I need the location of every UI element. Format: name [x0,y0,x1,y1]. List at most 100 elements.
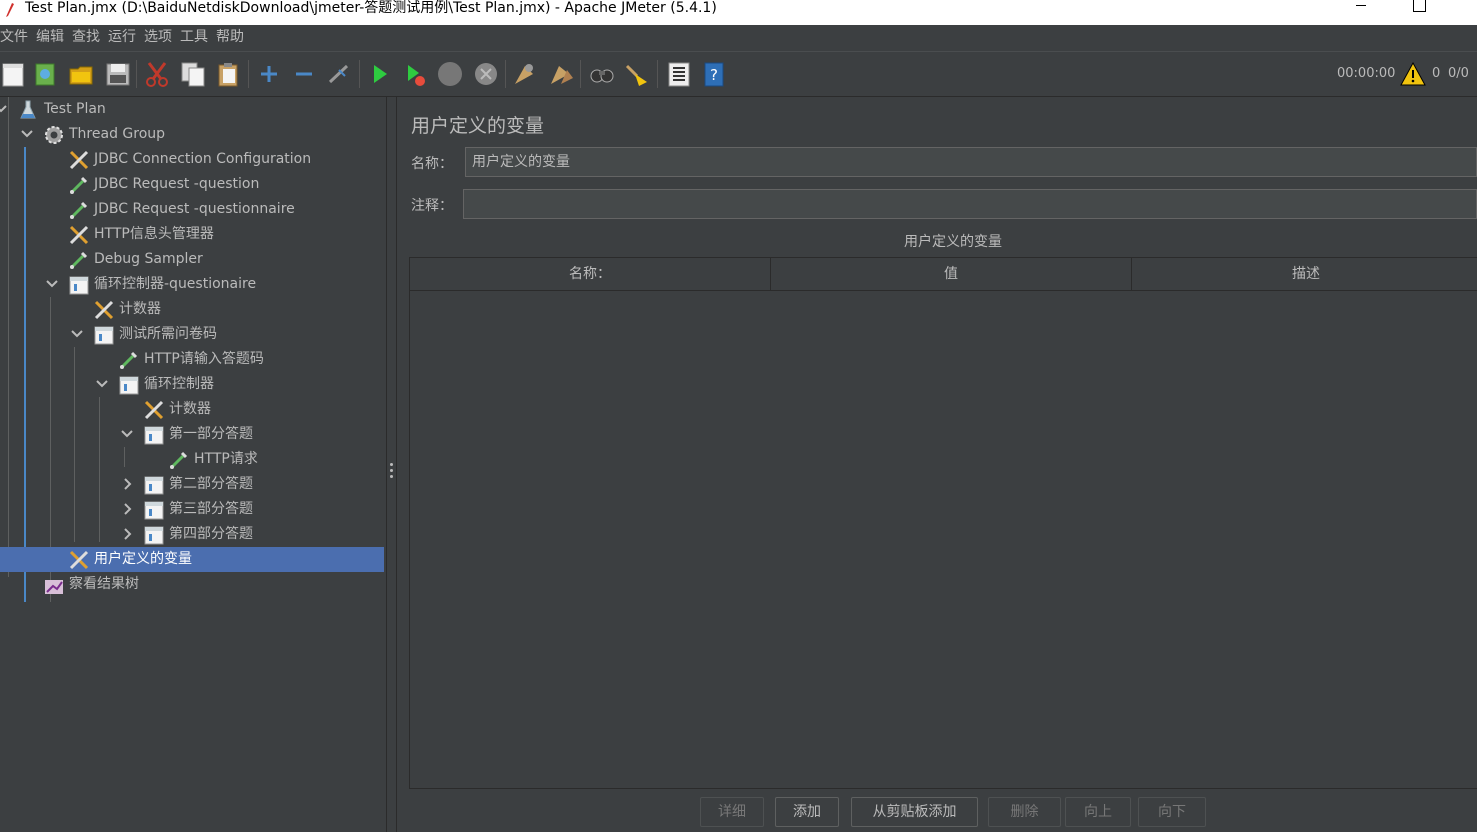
column-header-description[interactable]: 描述 [1132,258,1477,290]
test-plan-icon [17,99,39,121]
tree-node-label: 计数器 [119,301,161,317]
open-icon[interactable] [68,60,96,88]
listener-icon [43,574,65,596]
tree-node-label: HTTP请求 [194,451,258,467]
test-plan-tree: Test Plan Thread Group JDBC Connection Con… [0,97,386,832]
tree-node-label: Debug Sampler [94,251,203,267]
tree-node[interactable]: JDBC Request -questionnaire [0,197,384,222]
tree-node[interactable]: 第一部分答题 [0,422,384,447]
table-body[interactable] [410,291,1477,788]
sampler-icon [168,449,190,471]
chevron-down-icon[interactable] [95,372,109,397]
help-icon[interactable]: ? [700,60,728,88]
menu-run[interactable]: 运行 [105,25,139,49]
save-icon[interactable] [104,60,132,88]
tree-node-label: 第一部分答题 [169,426,253,442]
variables-table[interactable]: 名称： 值 描述 [409,257,1477,789]
menu-tools[interactable]: 工具 [177,25,211,49]
menu-options[interactable]: 选项 [141,25,175,49]
comment-label: 注释： [411,198,453,214]
maximize-button[interactable] [1396,0,1442,22]
tree-node-label: JDBC Request -question [94,176,260,192]
tree-node-label: 察看结果树 [69,576,139,592]
menu-file[interactable]: 文件 [0,25,31,49]
search-icon[interactable] [588,60,616,88]
tree-node[interactable]: 察看结果树 [0,572,384,597]
chevron-down-icon[interactable] [20,122,34,147]
splitter-handle[interactable] [386,97,397,832]
tree-node[interactable]: HTTP请求 [0,447,384,472]
clear-icon[interactable] [511,60,539,88]
tree-node-label: HTTP信息头管理器 [94,226,214,242]
tree-node-label: 测试所需问卷码 [119,326,217,342]
clear-all-icon[interactable] [547,60,575,88]
tree-node[interactable]: 循环控制器 [0,372,384,397]
chevron-down-icon[interactable] [0,97,8,122]
tree-node[interactable]: JDBC Connection Configuration [0,147,384,172]
menu-search[interactable]: 查找 [69,25,103,49]
user-defined-variables-panel: 用户定义的变量 名称： 用户定义的变量 注释： 用户定义的变量 名称： 值 描述… [397,97,1477,832]
copy-icon[interactable] [179,60,207,88]
collapse-icon[interactable] [290,60,318,88]
comment-field[interactable] [463,189,1477,219]
add-button[interactable]: 添加 [775,797,839,827]
tree-node[interactable]: HTTP信息头管理器 [0,222,384,247]
expand-icon[interactable] [255,60,283,88]
tree-node-label: Test Plan [44,101,106,117]
chevron-down-icon[interactable] [45,272,59,297]
tree-node[interactable]: 第四部分答题 [0,522,384,547]
tree-node[interactable]: HTTP请输入答题码 [0,347,384,372]
column-header-value[interactable]: 值 [771,258,1132,290]
cut-icon[interactable] [143,60,171,88]
thread-count: 0/0 [1448,66,1469,81]
window-title: Test Plan.jmx (D:\BaiduNetdiskDownload\j… [25,0,717,16]
chevron-right-icon[interactable] [120,472,134,497]
config-element-icon [68,149,90,171]
detail-button[interactable]: 详细 [700,797,764,827]
new-icon[interactable] [0,60,28,88]
tree-node[interactable]: 第二部分答题 [0,472,384,497]
tree-node[interactable]: Debug Sampler [0,247,384,272]
controller-icon [143,474,165,496]
chevron-down-icon[interactable] [120,422,134,447]
toggle-icon[interactable] [325,60,353,88]
warning-icon[interactable] [1400,61,1426,87]
shutdown-icon[interactable] [472,60,500,88]
add-from-clipboard-button[interactable]: 从剪贴板添加 [851,797,978,827]
tree-node[interactable]: JDBC Request -question [0,172,384,197]
chevron-right-icon[interactable] [120,497,134,522]
tree-node[interactable]: Thread Group [0,122,384,147]
tree-node[interactable]: 第三部分答题 [0,497,384,522]
move-down-button[interactable]: 向下 [1138,797,1206,827]
move-up-button[interactable]: 向上 [1065,797,1131,827]
menu-help[interactable]: 帮助 [213,25,247,49]
function-helper-icon[interactable] [665,60,693,88]
tree-node-label: 第二部分答题 [169,476,253,492]
reset-search-icon[interactable] [623,60,651,88]
templates-icon[interactable] [32,60,60,88]
tree-node[interactable]: 计数器 [0,397,384,422]
start-icon[interactable] [366,60,394,88]
tree-node[interactable]: 测试所需问卷码 [0,322,384,347]
menu-edit[interactable]: 编辑 [33,25,67,49]
start-no-pause-icon[interactable] [401,60,429,88]
warning-count: 0 [1432,66,1441,81]
elapsed-time: 00:00:00 [1337,66,1396,81]
tree-node[interactable]: 用户定义的变量 [0,547,384,572]
tree-node[interactable]: 循环控制器-questionaire [0,272,384,297]
chevron-down-icon[interactable] [70,322,84,347]
tree-node[interactable]: 计数器 [0,297,384,322]
stop-icon[interactable] [436,60,464,88]
name-field[interactable]: 用户定义的变量 [465,147,1477,177]
minimize-button[interactable] [1338,0,1384,22]
controller-icon [118,374,140,396]
tree-node[interactable]: Test Plan [0,97,384,122]
controller-icon [68,274,90,296]
tree-node-label: JDBC Connection Configuration [94,151,312,167]
window-titlebar: Test Plan.jmx (D:\BaiduNetdiskDownload\j… [0,0,1477,25]
chevron-right-icon[interactable] [120,522,134,547]
delete-button[interactable]: 删除 [988,797,1061,827]
paste-icon[interactable] [214,60,242,88]
tree-node-label: Thread Group [69,126,166,142]
column-header-name[interactable]: 名称： [410,258,771,290]
